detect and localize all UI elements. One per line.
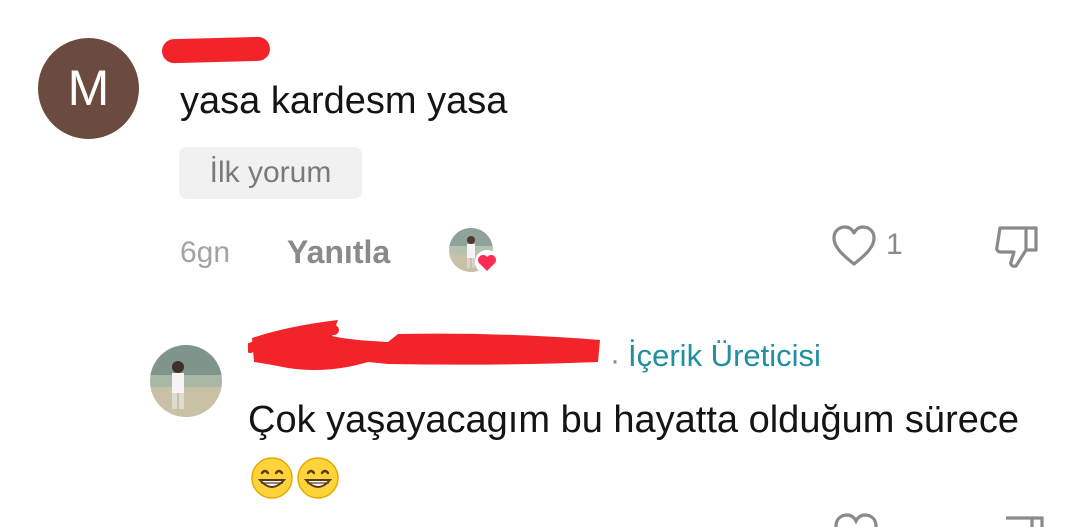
creator-username-redaction: [245, 318, 603, 378]
comment-timestamp: 6gn: [180, 236, 231, 269]
reply-text-block: Çok yaşayacagım bu hayatta olduğum sürec…: [248, 392, 1048, 504]
separator-dot: ·: [610, 344, 620, 377]
creator-liked-indicator: [449, 228, 499, 278]
grinning-face-icon: [251, 457, 293, 499]
creator-badge: İçerik Üreticisi: [628, 338, 821, 373]
reply-text: Çok yaşayacagım bu hayatta olduğum sürec…: [248, 399, 1019, 441]
heart-icon: [475, 250, 499, 274]
first-comment-badge: İlk yorum: [179, 147, 362, 199]
thumbs-down-icon: [995, 226, 1038, 268]
username-redaction: [161, 36, 271, 64]
like-count: 1: [886, 228, 903, 261]
creator-avatar[interactable]: [150, 345, 222, 417]
reply-button[interactable]: Yanıtla: [287, 234, 390, 271]
dislike-button[interactable]: [990, 220, 1044, 274]
reply-dislike-button[interactable]: [996, 510, 1048, 527]
thumbs-down-icon: [1006, 516, 1044, 527]
heart-outline-icon: [834, 513, 878, 527]
comments-view: M yasa kardesm yasa İlk yorum 6gn Yanıtl…: [0, 0, 1080, 527]
heart-outline-icon: [832, 225, 876, 266]
reply-like-button[interactable]: [832, 510, 880, 527]
like-button[interactable]: [830, 222, 878, 270]
grinning-face-icon: [297, 457, 339, 499]
commenter-avatar[interactable]: M: [38, 38, 139, 139]
comment-text: yasa kardesm yasa: [180, 80, 508, 122]
